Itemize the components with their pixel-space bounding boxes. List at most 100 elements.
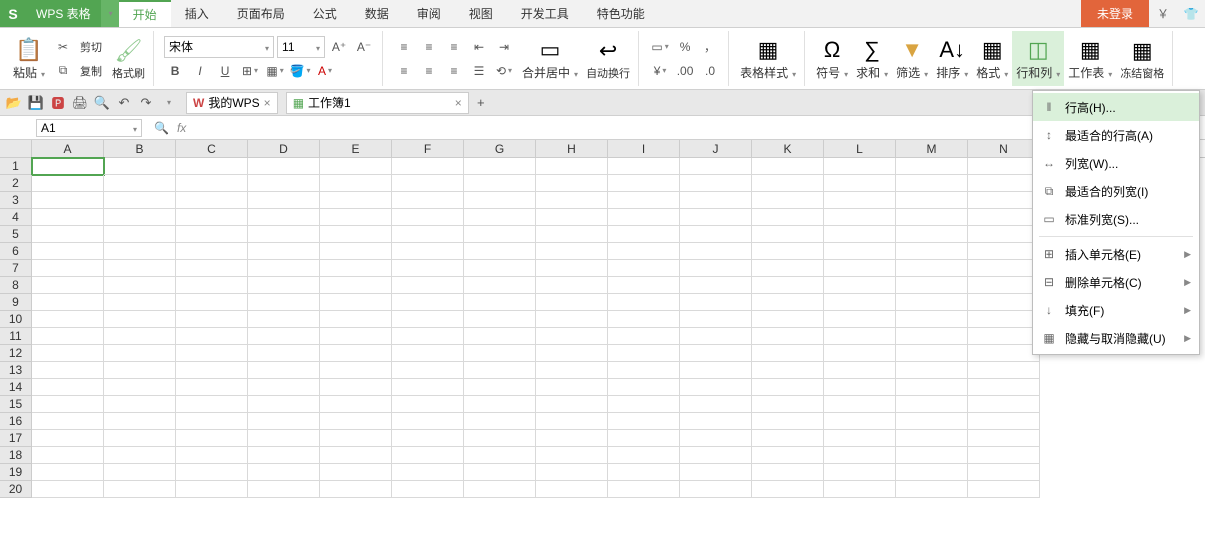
cell[interactable] [752, 379, 824, 396]
row-header[interactable]: 9 [0, 294, 32, 311]
cell[interactable] [392, 294, 464, 311]
cell[interactable] [680, 481, 752, 498]
cell[interactable] [464, 158, 536, 175]
cell[interactable] [176, 481, 248, 498]
cell[interactable] [320, 158, 392, 175]
cell[interactable] [824, 226, 896, 243]
cell[interactable] [968, 396, 1040, 413]
cell[interactable] [320, 294, 392, 311]
cell[interactable] [824, 158, 896, 175]
filter-button[interactable]: ▼ 筛选 [892, 31, 932, 86]
cell[interactable] [968, 243, 1040, 260]
row-header[interactable]: 15 [0, 396, 32, 413]
cell[interactable] [248, 294, 320, 311]
cell[interactable] [824, 396, 896, 413]
cell[interactable] [104, 481, 176, 498]
cell[interactable] [32, 430, 104, 447]
row-header[interactable]: 19 [0, 464, 32, 481]
cell[interactable] [464, 430, 536, 447]
row-header[interactable]: 16 [0, 413, 32, 430]
cell[interactable] [176, 294, 248, 311]
cell[interactable] [896, 379, 968, 396]
menu-item[interactable]: ▭标准列宽(S)... [1033, 205, 1199, 233]
cell[interactable] [896, 260, 968, 277]
cell[interactable] [536, 260, 608, 277]
row-header[interactable]: 10 [0, 311, 32, 328]
cell[interactable] [176, 379, 248, 396]
cell[interactable] [968, 430, 1040, 447]
cell[interactable] [680, 277, 752, 294]
cell[interactable] [680, 447, 752, 464]
my-wps-tab[interactable]: W 我的WPS × [186, 92, 278, 114]
main-tab-7[interactable]: 开发工具 [507, 0, 583, 27]
save-icon[interactable]: 💾 [26, 93, 46, 113]
cell[interactable] [536, 243, 608, 260]
cell[interactable] [824, 430, 896, 447]
cell[interactable] [536, 226, 608, 243]
cell[interactable] [32, 413, 104, 430]
increase-font-button[interactable]: A⁺ [328, 36, 350, 58]
cell[interactable] [824, 277, 896, 294]
cell[interactable] [608, 379, 680, 396]
cell[interactable] [536, 294, 608, 311]
open-icon[interactable]: 📂 [4, 93, 24, 113]
cell[interactable] [248, 464, 320, 481]
number-format-select[interactable]: ▭ [649, 36, 671, 58]
cell[interactable] [608, 209, 680, 226]
decrease-font-button[interactable]: A⁻ [353, 36, 375, 58]
col-header[interactable]: F [392, 140, 464, 157]
cell[interactable] [464, 260, 536, 277]
cell[interactable] [392, 243, 464, 260]
copy-icon[interactable]: ⧉ [52, 60, 74, 82]
cell[interactable] [608, 311, 680, 328]
align-right-button[interactable]: ≡ [443, 60, 465, 82]
cell[interactable] [752, 243, 824, 260]
cell[interactable] [248, 379, 320, 396]
cell[interactable] [536, 209, 608, 226]
table-style-button[interactable]: ▦ 表格样式 [736, 31, 800, 86]
cell[interactable] [608, 328, 680, 345]
cell[interactable] [608, 243, 680, 260]
cell[interactable] [752, 311, 824, 328]
main-tab-1[interactable]: 插入 [171, 0, 223, 27]
fill-color-button[interactable]: 🪣 [289, 60, 311, 82]
cell[interactable] [320, 192, 392, 209]
cell[interactable] [320, 209, 392, 226]
cell[interactable] [104, 277, 176, 294]
cell[interactable] [104, 464, 176, 481]
cell[interactable] [680, 192, 752, 209]
cell[interactable] [464, 243, 536, 260]
cell[interactable] [752, 447, 824, 464]
cell[interactable] [680, 226, 752, 243]
cell[interactable] [464, 294, 536, 311]
cell[interactable] [968, 362, 1040, 379]
row-col-button[interactable]: ◫ 行和列 [1012, 31, 1064, 86]
cell[interactable] [392, 311, 464, 328]
cell[interactable] [248, 209, 320, 226]
cell[interactable] [824, 260, 896, 277]
cell[interactable] [608, 362, 680, 379]
cell[interactable] [680, 413, 752, 430]
cell[interactable] [104, 328, 176, 345]
cell[interactable] [536, 396, 608, 413]
main-tab-4[interactable]: 数据 [351, 0, 403, 27]
cell[interactable] [752, 158, 824, 175]
cell[interactable] [176, 209, 248, 226]
cell[interactable] [392, 209, 464, 226]
merge-center-button[interactable]: ▭ 合并居中 [518, 31, 582, 86]
cell[interactable] [608, 260, 680, 277]
cell[interactable] [536, 345, 608, 362]
cell[interactable] [824, 175, 896, 192]
cell[interactable] [752, 328, 824, 345]
cell[interactable] [608, 345, 680, 362]
cell[interactable] [248, 158, 320, 175]
cell[interactable] [824, 447, 896, 464]
cell[interactable] [824, 413, 896, 430]
comma-button[interactable]: ， [699, 36, 721, 58]
cell[interactable] [104, 209, 176, 226]
font-color-button[interactable]: A [314, 60, 336, 82]
cell[interactable] [536, 175, 608, 192]
cell[interactable] [752, 413, 824, 430]
cell[interactable] [824, 294, 896, 311]
cell[interactable] [536, 430, 608, 447]
